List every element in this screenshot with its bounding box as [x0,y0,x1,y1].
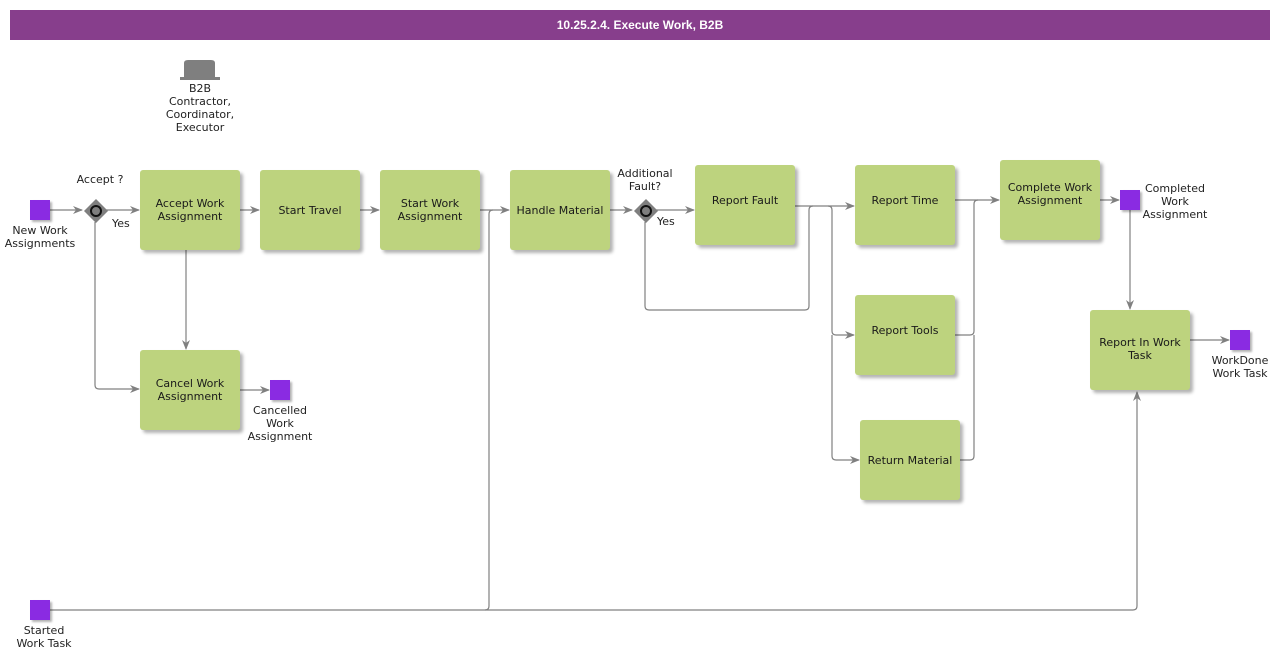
gateway-diamond-icon [84,199,108,223]
new-work-label: New Work Assignments [0,224,80,250]
task-label: Assignment [157,210,223,223]
task-complete-work-assignment[interactable]: Complete Work Assignment [1000,160,1100,240]
label-line: WorkDone [1211,354,1269,367]
gateway-fault-label: Additional Fault? [605,167,685,193]
cancelled-label: Cancelled Work Assignment [240,404,320,443]
started-label: Started Work Task [4,624,84,650]
label-line: Work Task [16,637,72,650]
task-start-work-assignment[interactable]: Start Work Assignment [380,170,480,250]
task-label: Complete Work [1007,181,1093,194]
end-event-cancelled[interactable] [270,380,290,400]
label-line: Assignment [247,430,313,443]
end-event-workdone[interactable] [1230,330,1250,350]
task-label: Task [1128,349,1152,362]
label-line: Additional [617,167,673,180]
start-event-started[interactable] [30,600,50,620]
edge-return-merge [960,335,975,461]
task-label: Assignment [1017,194,1083,207]
gateway-accept[interactable] [84,199,108,223]
label-line: New Work [12,224,68,237]
role-line: B2B [188,82,212,95]
task-label: Handle Material [516,203,604,217]
task-label: Cancel Work [155,377,225,390]
task-label: Report In Work [1099,336,1181,349]
task-report-in-work-task[interactable]: Report In Work Task [1090,310,1190,390]
gateway-fault-yes: Yes [657,215,675,228]
gateway-diamond-icon [634,199,658,223]
completed-label: Completed Work Assignment [1135,182,1215,221]
task-label: Assignment [397,210,463,223]
task-label: Assignment [157,390,223,403]
label-line: Assignments [4,237,76,250]
task-label: Report Tools [871,323,939,337]
label-line: Assignment [1142,208,1208,221]
label-line: Work Task [1212,367,1268,380]
label-line: Cancelled [252,404,308,417]
role-label: B2B Contractor, Coordinator, Executor [150,82,250,134]
task-cancel-work-assignment[interactable]: Cancel Work Assignment [140,350,240,430]
role-line: Executor [175,121,225,134]
label-line: Started [23,624,65,637]
task-label: Report Fault [711,193,779,207]
task-report-tools[interactable]: Report Tools [855,295,955,375]
edge-started-handle [484,209,494,611]
task-label: Accept Work [155,197,225,210]
label-line: Fault? [628,180,662,193]
label-line: Work [1161,195,1189,208]
task-label: Start Work [400,197,460,210]
task-handle-material[interactable]: Handle Material [510,170,610,250]
label-line: Work [266,417,294,430]
edge-accept-no [94,222,140,393]
gateway-accept-yes: Yes [112,217,130,230]
task-return-material[interactable]: Return Material [860,420,960,500]
task-report-fault[interactable]: Report Fault [695,165,795,245]
label-line: Completed [1145,182,1205,195]
gateway-accept-label: Accept ? [76,173,124,186]
task-label: Report Time [871,193,939,207]
edge-tools-merge [955,199,979,336]
workdone-label: WorkDone Work Task [1200,354,1280,380]
task-label: Return Material [867,453,953,467]
task-start-travel[interactable]: Start Travel [260,170,360,250]
start-event-new-work[interactable] [30,200,50,220]
task-label: Start Travel [278,203,342,217]
task-accept-work-assignment[interactable]: Accept Work Assignment [140,170,240,250]
role-line: Contractor, [168,95,232,108]
role-line: Coordinator, [165,108,235,121]
task-report-time[interactable]: Report Time [855,165,955,245]
edge-fork-tools [827,205,855,339]
gateway-fault[interactable] [634,199,658,223]
